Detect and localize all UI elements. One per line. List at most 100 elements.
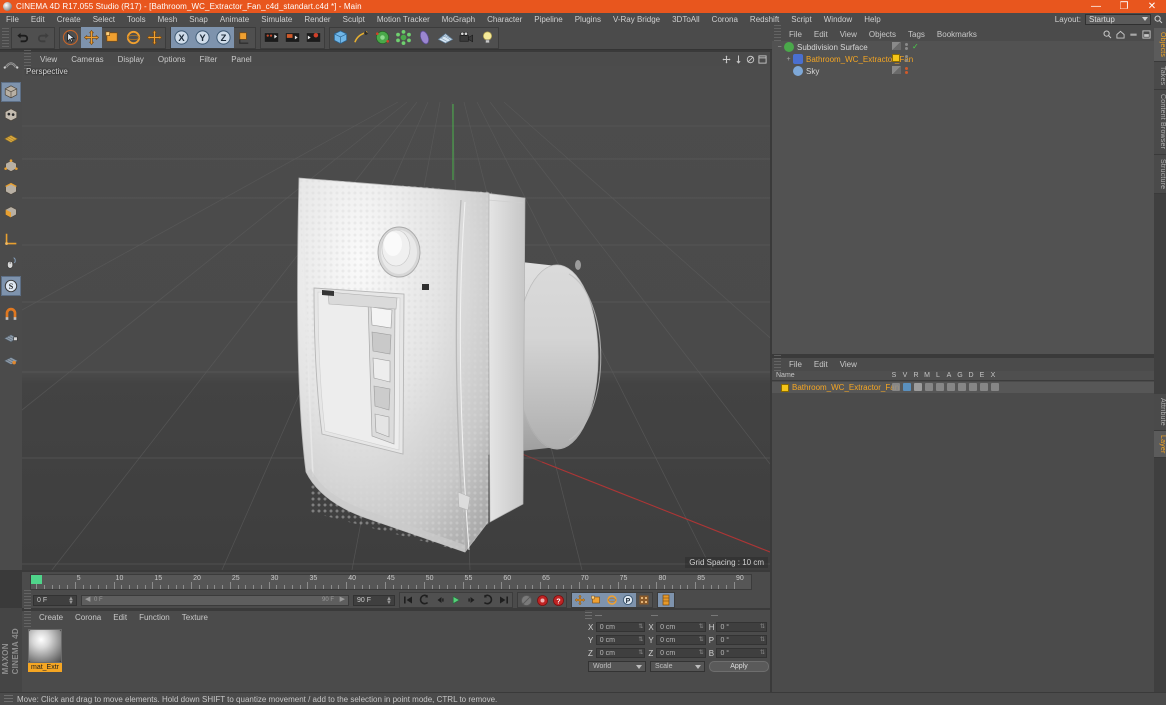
- timeline-scrollbar[interactable]: ◀ 0 F 90 F ▶: [81, 594, 349, 606]
- spinner-icon[interactable]: ⇅: [699, 636, 704, 643]
- size-x-input[interactable]: 0 cm ⇅: [656, 622, 706, 632]
- apply-button[interactable]: Apply: [709, 661, 769, 672]
- workplane-lock-icon[interactable]: [1, 327, 21, 347]
- position-key-icon[interactable]: [572, 593, 588, 607]
- deformer-toggle-icon[interactable]: [969, 383, 977, 391]
- object-menu-edit[interactable]: Edit: [808, 28, 834, 41]
- layer-menu-edit[interactable]: Edit: [808, 358, 834, 371]
- end-frame-field[interactable]: 90 F ▲ ▼: [353, 594, 395, 606]
- play-forward-icon[interactable]: [448, 593, 464, 607]
- nurbs-icon[interactable]: [372, 27, 393, 48]
- layer-column-m[interactable]: M: [923, 372, 931, 379]
- spline-pen-icon[interactable]: [351, 27, 372, 48]
- status-bar-grip[interactable]: [4, 694, 13, 704]
- vtab-objects[interactable]: Objects: [1154, 28, 1166, 63]
- redo-icon[interactable]: [33, 27, 54, 48]
- layer-column-d[interactable]: D: [967, 372, 975, 379]
- generator-toggle-icon[interactable]: [958, 383, 966, 391]
- visibility-dot[interactable]: [905, 59, 908, 62]
- coord-system-dropdown[interactable]: World: [588, 661, 646, 672]
- layer-color-swatch[interactable]: [781, 383, 789, 392]
- edge-mode-icon[interactable]: [1, 179, 21, 199]
- menu-item-render[interactable]: Render: [298, 13, 336, 26]
- next-frame-icon[interactable]: [464, 593, 480, 607]
- snap-enable-icon[interactable]: S: [1, 276, 21, 296]
- visibility-dots[interactable]: [905, 67, 908, 75]
- timeline-playhead[interactable]: [31, 575, 42, 584]
- spinner-icon[interactable]: ▲ ▼: [68, 596, 74, 606]
- viewport-solo-icon[interactable]: [1, 253, 21, 273]
- world-coordinates-icon[interactable]: [234, 27, 255, 48]
- dope-sheet-icon[interactable]: [658, 593, 674, 607]
- visibility-dots[interactable]: [905, 55, 908, 63]
- menu-item-tools[interactable]: Tools: [121, 13, 152, 26]
- viewport-menu-cameras[interactable]: Cameras: [64, 53, 110, 66]
- y-axis-icon[interactable]: Y: [192, 27, 213, 48]
- layer-column-v[interactable]: V: [901, 372, 909, 379]
- move-icon[interactable]: [81, 27, 102, 48]
- workplane-icon[interactable]: [1, 350, 21, 370]
- start-frame-field[interactable]: 0 F ▲ ▼: [33, 594, 77, 606]
- viewport-menu-panel[interactable]: Panel: [224, 53, 258, 66]
- go-to-start-icon[interactable]: [400, 593, 416, 607]
- vtab-attribute[interactable]: Attribute: [1154, 393, 1166, 431]
- live-selection-icon[interactable]: [60, 27, 81, 48]
- axis-move-icon[interactable]: [144, 27, 165, 48]
- object-menu-file[interactable]: File: [783, 28, 808, 41]
- viewport-menu-options[interactable]: Options: [151, 53, 193, 66]
- parameter-key-icon[interactable]: P: [620, 593, 636, 607]
- material-menu-create[interactable]: Create: [33, 611, 69, 624]
- layer-row[interactable]: Bathroom_WC_Extractor_Fan: [772, 382, 1154, 393]
- point-level-animation-icon[interactable]: [636, 593, 652, 607]
- rotation-key-icon[interactable]: [604, 593, 620, 607]
- spinner-icon[interactable]: ⇅: [760, 649, 765, 656]
- vtab-takes[interactable]: Takes: [1154, 62, 1166, 91]
- render-view-icon[interactable]: [261, 27, 282, 48]
- size-z-input[interactable]: 0 cm ⇅: [656, 648, 706, 658]
- vtab-content-browser[interactable]: Content Browser: [1154, 90, 1166, 155]
- previous-frame-icon[interactable]: [432, 593, 448, 607]
- keyframe-selection-icon[interactable]: ?: [550, 593, 566, 607]
- size-y-input[interactable]: 0 cm ⇅: [656, 635, 706, 645]
- tree-expander-icon[interactable]: +: [784, 53, 793, 65]
- visibility-dots[interactable]: [905, 43, 908, 51]
- position-z-input[interactable]: 0 cm ⇅: [595, 648, 646, 658]
- model-mode-icon[interactable]: [1, 82, 21, 102]
- visibility-dot[interactable]: [905, 67, 908, 70]
- perspective-viewport[interactable]: Grid Spacing : 10 cm: [22, 52, 770, 570]
- material-menu-function[interactable]: Function: [133, 611, 176, 624]
- scale-key-icon[interactable]: [588, 593, 604, 607]
- texture-mode-icon[interactable]: [1, 128, 21, 148]
- visible-toggle-icon[interactable]: [903, 383, 911, 391]
- viewport-menu-filter[interactable]: Filter: [192, 53, 224, 66]
- undo-icon[interactable]: [12, 27, 33, 48]
- menu-item-3dtoall[interactable]: 3DToAll: [666, 13, 706, 26]
- material-menu-corona[interactable]: Corona: [69, 611, 107, 624]
- tree-expander-icon[interactable]: −: [775, 41, 784, 53]
- go-to-end-icon[interactable]: [496, 593, 512, 607]
- menu-item-animate[interactable]: Animate: [214, 13, 255, 26]
- animation-toggle-icon[interactable]: [947, 383, 955, 391]
- expression-toggle-icon[interactable]: [980, 383, 988, 391]
- viewport-menu-view[interactable]: View: [33, 53, 64, 66]
- expand-panel-icon[interactable]: [1141, 29, 1152, 40]
- material-tag-icon[interactable]: [892, 54, 900, 62]
- menu-item-snap[interactable]: Snap: [183, 13, 214, 26]
- manager-toggle-icon[interactable]: [925, 383, 933, 391]
- menu-item-mograph[interactable]: MoGraph: [436, 13, 481, 26]
- array-icon[interactable]: [393, 27, 414, 48]
- cube-primitive-icon[interactable]: [330, 27, 351, 48]
- render-toggle-icon[interactable]: [914, 383, 922, 391]
- menu-item-create[interactable]: Create: [51, 13, 87, 26]
- menu-item-window[interactable]: Window: [818, 13, 858, 26]
- spinner-icon[interactable]: ▲ ▼: [386, 596, 392, 606]
- vtab-layer[interactable]: Layer: [1154, 430, 1166, 459]
- object-row[interactable]: Sky: [772, 65, 1154, 77]
- spinner-icon[interactable]: ⇅: [638, 649, 643, 656]
- display-tag-icon[interactable]: [892, 66, 901, 74]
- menu-item-v-ray-bridge[interactable]: V-Ray Bridge: [607, 13, 666, 26]
- rotation-h-input[interactable]: 0 ° ⇅: [716, 622, 767, 632]
- material-thumbnail[interactable]: [28, 629, 62, 663]
- spinner-icon[interactable]: ⇅: [699, 649, 704, 656]
- coordinates-grip[interactable]: [585, 611, 592, 620]
